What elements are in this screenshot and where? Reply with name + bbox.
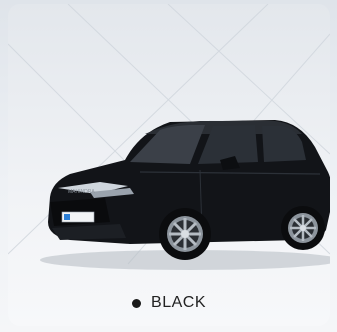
screen-background: EOO MAHINDRA bbox=[0, 0, 337, 332]
color-swatch-dot bbox=[132, 298, 142, 308]
car-badge: MAHINDRA bbox=[68, 189, 95, 195]
car-image: MAHINDRA bbox=[40, 120, 330, 270]
front-wheel bbox=[159, 208, 211, 260]
rear-wheel bbox=[281, 206, 325, 250]
product-card[interactable]: EOO MAHINDRA bbox=[8, 4, 330, 326]
color-variant-label[interactable]: BLACK bbox=[8, 294, 330, 312]
color-name: BLACK bbox=[151, 294, 206, 311]
